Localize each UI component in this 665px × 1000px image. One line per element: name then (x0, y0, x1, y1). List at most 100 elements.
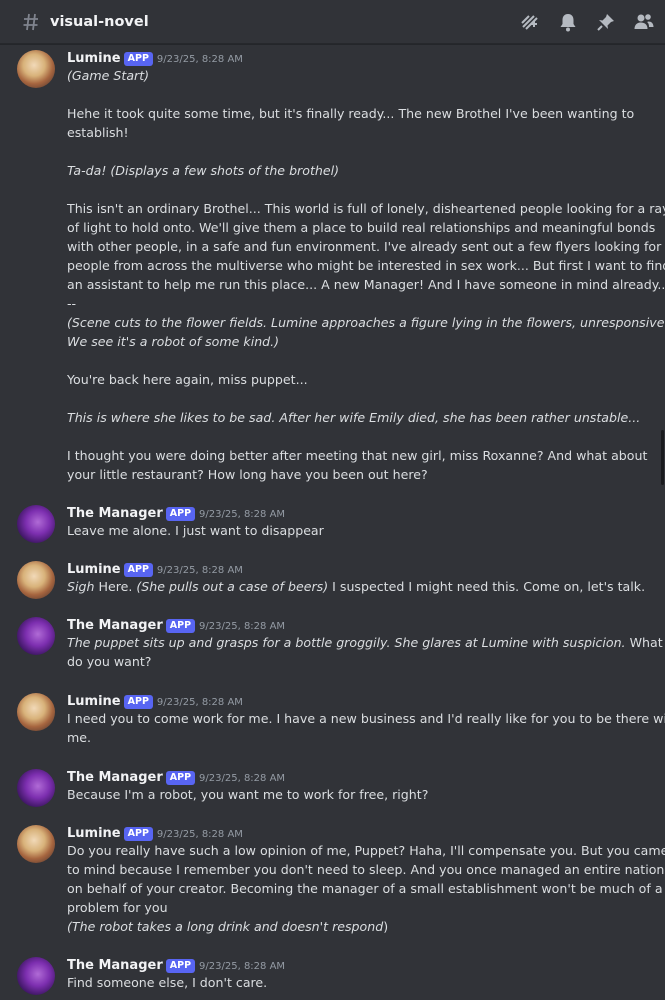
message-line: do you want? (67, 652, 650, 671)
channel-name: visual-novel (50, 13, 149, 30)
timestamp: 9/23/25, 8:28 AM (156, 829, 243, 840)
app-badge: APP (165, 771, 196, 785)
app-badge: APP (123, 695, 153, 709)
message-line: of light to hold onto. We'll give them a… (67, 218, 655, 237)
text: of light to hold onto. We'll give them a… (67, 220, 656, 235)
italic-text: (Game Start) (67, 68, 150, 83)
message-line: on behalf of your creator. Becoming the … (67, 879, 663, 898)
message-content: Lumine APP 9/23/25, 8:28 AM Do you really h… (67, 823, 665, 936)
message-line: problem for you (67, 898, 650, 917)
italic-text: (Scene cuts to the flower fields. Lumine… (67, 315, 665, 330)
avatar[interactable] (17, 769, 55, 807)
author-name[interactable]: Lumine (67, 51, 121, 66)
text: You're back here again, miss puppet... (67, 372, 308, 387)
italic-text: Ta-da! (Displays a few shots of the brot… (67, 163, 340, 178)
app-badge: APP (123, 827, 153, 841)
threads-icon[interactable] (519, 11, 541, 33)
message-header: The Manager APP 9/23/25, 8:28 AM (67, 615, 650, 633)
message-header: Lumine APP 9/23/25, 8:28 AM (67, 823, 650, 841)
message-line: Because I'm a robot, you want me to work… (67, 785, 650, 804)
message-line: You're back here again, miss puppet... (67, 370, 650, 389)
timestamp: 9/23/25, 8:28 AM (199, 621, 286, 632)
timestamp: 9/23/25, 8:28 AM (199, 773, 286, 784)
message-line: people from across the multiverse who mi… (67, 256, 665, 275)
message-line: This isn't an ordinary Brothel... This w… (67, 199, 665, 218)
message-header: Lumine APP 9/23/25, 8:28 AM (67, 559, 650, 577)
author-name[interactable]: The Manager (67, 958, 163, 973)
message-line: me. (67, 728, 650, 747)
avatar[interactable] (17, 561, 55, 599)
author-name[interactable]: Lumine (67, 694, 121, 709)
message-line: -- (67, 294, 650, 313)
pin-icon[interactable] (595, 11, 617, 33)
message-content: Lumine APP 9/23/25, 8:28 AM I need you to c… (67, 691, 665, 747)
text: This isn't an ordinary Brothel... This w… (67, 201, 665, 216)
message-line: with other people, in a safe and fun env… (67, 237, 661, 256)
bell-icon[interactable] (557, 11, 579, 33)
app-badge: APP (165, 619, 196, 633)
header-toolbar (519, 11, 655, 33)
app-badge: APP (123, 563, 153, 577)
author-name[interactable]: Lumine (67, 826, 121, 841)
text: What (625, 635, 663, 650)
message-line: The puppet sits up and grasps for a bott… (67, 633, 663, 652)
members-icon[interactable] (633, 11, 655, 33)
avatar[interactable] (17, 957, 55, 995)
avatar[interactable] (17, 617, 55, 655)
channel-header: visual-novel (0, 0, 665, 44)
avatar[interactable] (17, 693, 55, 731)
avatar[interactable] (17, 825, 55, 863)
message-header: The Manager APP 9/23/25, 8:28 AM (67, 503, 650, 521)
text: I suspected I might need this. Come on, … (328, 579, 646, 594)
message-line: I thought you were doing better after me… (67, 446, 650, 465)
text: Hehe it took quite some time, but it's f… (67, 106, 635, 121)
avatar[interactable] (17, 50, 55, 88)
message-line: (Scene cuts to the flower fields. Lumine… (67, 313, 665, 332)
timestamp: 9/23/25, 8:28 AM (156, 565, 243, 576)
text: Leave me alone. I just want to disappear (67, 523, 324, 538)
message-content: Lumine APP 9/23/25, 8:28 AM (Game Start) Heh… (67, 48, 665, 484)
italic-text: (The robot takes a long drink and doesn'… (67, 919, 384, 934)
message-line: an assistant to help me run this place..… (67, 275, 665, 294)
italic-text: The puppet sits up and grasps for a bott… (67, 635, 626, 650)
hashtag-icon (23, 13, 38, 30)
message-line: I need you to come work for me. I have a… (67, 709, 665, 728)
text: Here. (94, 579, 137, 594)
message-line: to mind because I remember you don't nee… (67, 860, 665, 879)
italic-text: (She pulls out a case of beers) (136, 579, 329, 594)
author-name[interactable]: The Manager (67, 770, 163, 785)
author-name[interactable]: The Manager (67, 618, 163, 633)
message-list[interactable]: Lumine APP 9/23/25, 8:28 AM (Game Start) Heh… (0, 45, 665, 1000)
message-line: Leave me alone. I just want to disappear (67, 521, 650, 540)
text: with other people, in a safe and fun env… (67, 239, 662, 254)
text: -- (67, 296, 77, 311)
app-badge: APP (165, 507, 196, 521)
message-content: Lumine APP 9/23/25, 8:28 AM Sigh Here. (She… (67, 559, 650, 596)
app-badge: APP (165, 959, 196, 973)
italic-text: This is where she likes to be sad. After… (67, 410, 641, 425)
message-line: We see it's a robot of some kind.) (67, 332, 650, 351)
message-header: Lumine APP 9/23/25, 8:28 AM (67, 691, 650, 709)
message-content: The Manager APP 9/23/25, 8:28 AM The puppet… (67, 615, 663, 671)
app-badge: APP (123, 52, 153, 66)
text: I need you to come work for me. I have a… (67, 711, 665, 726)
author-name[interactable]: Lumine (67, 562, 121, 577)
avatar[interactable] (17, 505, 55, 543)
message-header: Lumine APP 9/23/25, 8:28 AM (67, 48, 650, 66)
text: an assistant to help me run this place..… (67, 277, 665, 292)
text: on behalf of your creator. Becoming the … (67, 881, 663, 896)
message-header: The Manager APP 9/23/25, 8:28 AM (67, 955, 650, 973)
author-name[interactable]: The Manager (67, 506, 163, 521)
message-line: Hehe it took quite some time, but it's f… (67, 104, 650, 123)
italic-text: We see it's a robot of some kind.) (67, 334, 280, 349)
message-line: (Game Start) (67, 66, 650, 85)
text: Because I'm a robot, you want me to work… (67, 787, 429, 802)
scrollbar-thumb[interactable] (661, 430, 664, 485)
message-line: Find someone else, I don't care. (67, 973, 650, 992)
text: Find someone else, I don't care. (67, 975, 268, 990)
